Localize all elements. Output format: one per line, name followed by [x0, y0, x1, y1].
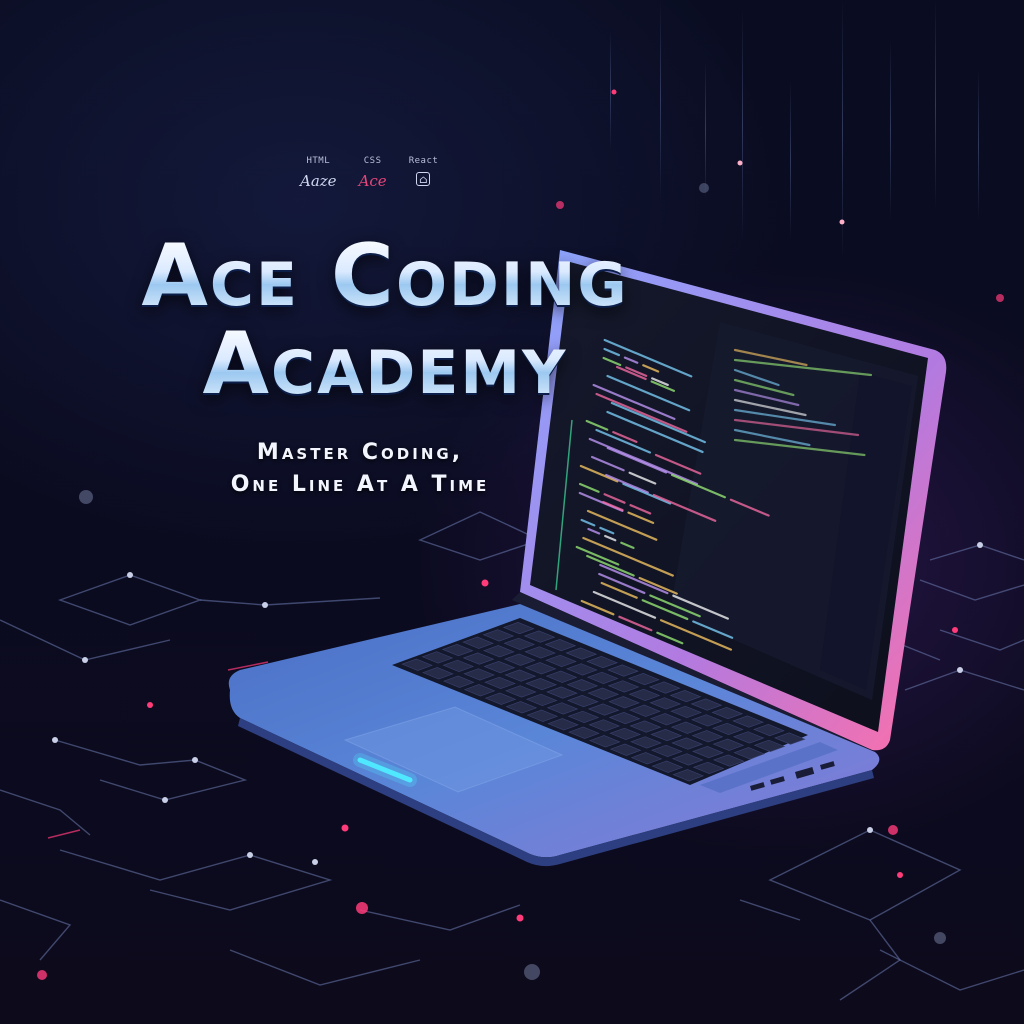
headline: Ace Coding Academy — [60, 232, 710, 408]
headline-line-2: Academy — [60, 320, 710, 408]
tagline-line-2: One Line At A Time — [230, 472, 490, 497]
tagline-line-1: Master Coding, — [256, 440, 464, 465]
headline-line-1: Ace Coding — [60, 232, 710, 320]
laptop-icon — [228, 250, 947, 867]
poster-scene: HTML Aaze CSS Ace React ⌂ Ace Coding Aca… — [0, 0, 1024, 1024]
